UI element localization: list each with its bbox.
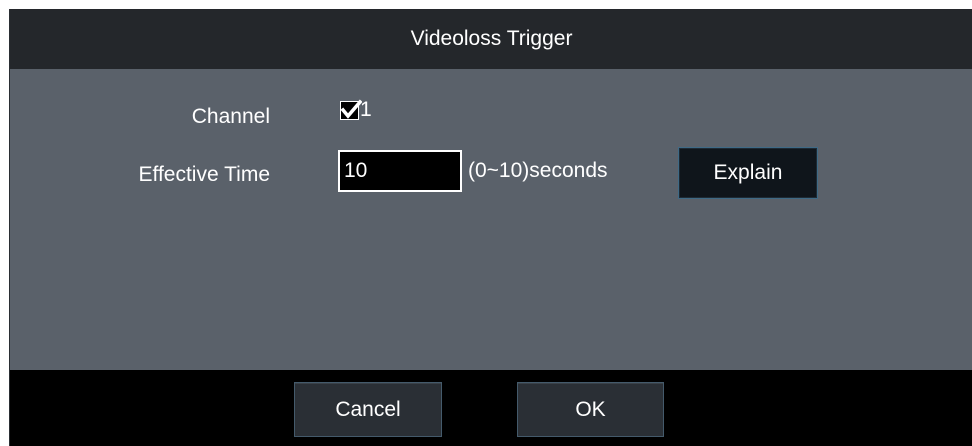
channel-1-checkbox-group[interactable]: 1 <box>340 97 372 123</box>
check-icon <box>340 99 362 119</box>
dialog-title-bar: Videoloss Trigger <box>10 9 972 69</box>
videoloss-trigger-dialog: Videoloss Trigger Channel 1 Effective Ti… <box>9 9 972 446</box>
ok-button[interactable]: OK <box>517 382 664 437</box>
channel-1-checkbox[interactable] <box>340 99 362 120</box>
explain-button[interactable]: Explain <box>678 147 818 199</box>
effective-time-label: Effective Time <box>138 163 271 186</box>
dialog-title: Videoloss Trigger <box>410 27 573 50</box>
channel-label: Channel <box>191 105 270 128</box>
effective-time-input[interactable] <box>338 150 462 192</box>
effective-time-range-text: (0~10)seconds <box>468 159 608 182</box>
dialog-footer: Cancel OK <box>10 370 972 446</box>
cancel-button[interactable]: Cancel <box>294 382 442 437</box>
